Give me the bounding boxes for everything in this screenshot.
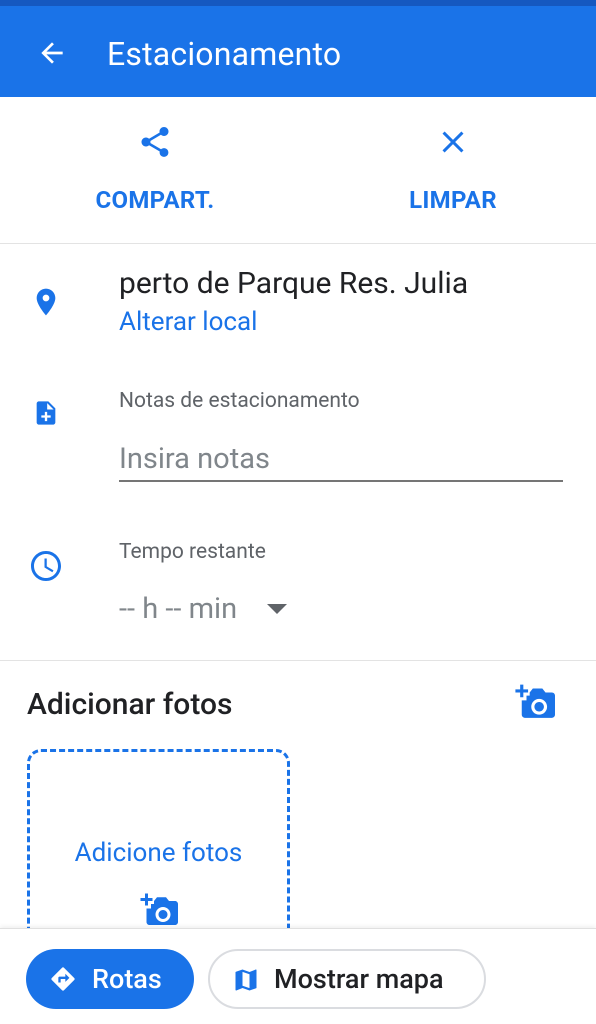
share-icon [141,127,169,157]
change-location-link[interactable]: Alterar local [119,305,258,339]
add-photo-camera-icon[interactable] [515,683,557,721]
divider [0,660,596,661]
bottom-action-bar: Rotas Mostrar mapa [0,928,596,1024]
share-label: COMPART. [95,186,215,214]
add-photo-camera-icon [140,893,178,925]
app-bar: Estacionamento [0,0,596,97]
divider [0,243,596,244]
clock-icon [31,551,61,581]
time-remaining-value: -- h -- min [119,592,238,626]
time-remaining-label: Tempo restante [119,540,266,564]
clear-label: LIMPAR [409,186,497,214]
time-remaining-dropdown[interactable]: -- h -- min [119,588,309,630]
routes-button[interactable]: Rotas [26,949,194,1009]
show-map-label: Mostrar mapa [274,963,444,995]
add-photos-heading: Adicionar fotos [27,687,233,722]
notes-label: Notas de estacionamento [119,389,360,413]
map-icon [235,969,257,991]
arrow-back-icon[interactable] [36,37,68,69]
dropdown-arrow-icon [267,604,288,614]
page-title: Estacionamento [107,35,342,73]
directions-icon [51,967,75,991]
close-icon [442,131,464,153]
location-pin-icon [36,288,56,316]
notes-input[interactable] [119,437,563,482]
clear-button[interactable]: LIMPAR [353,110,553,230]
show-map-button[interactable]: Mostrar mapa [208,949,486,1009]
share-button[interactable]: COMPART. [55,110,255,230]
note-add-icon [36,401,56,425]
routes-label: Rotas [92,963,162,995]
add-photos-dropzone[interactable]: Adicione fotos [27,749,290,949]
location-text: perto de Parque Res. Julia [119,266,469,301]
add-photos-label: Adicione fotos [74,838,243,868]
